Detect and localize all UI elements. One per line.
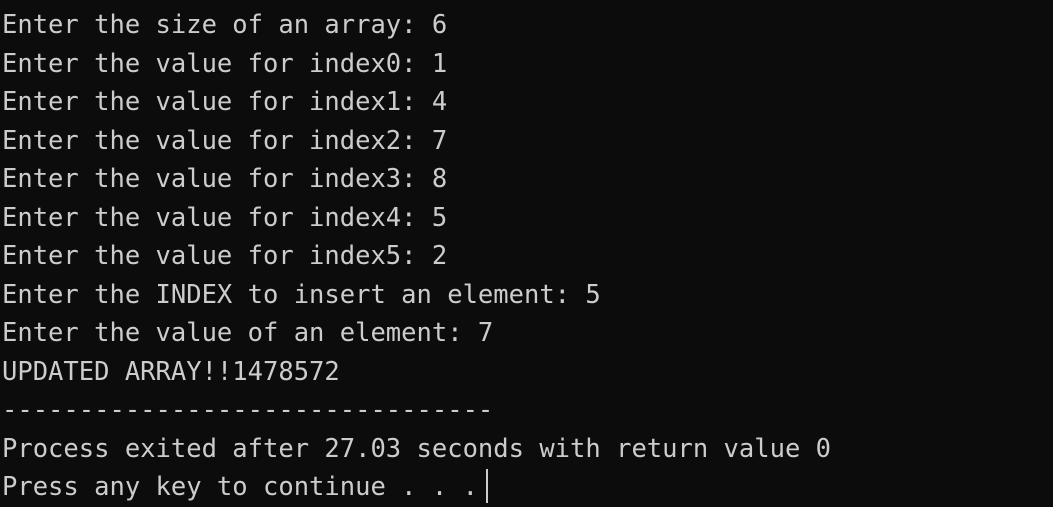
console-line-press-any-key[interactable]: Press any key to continue . . . — [0, 468, 1053, 507]
console-line-index2: Enter the value for index2: 7 — [2, 125, 448, 156]
console-line-process-exited: Process exited after 27.03 seconds with … — [2, 433, 832, 464]
console-line-array-size: Enter the size of an array: 6 — [2, 10, 448, 40]
press-any-key-text: Press any key to continue . . . — [2, 472, 478, 502]
console-line-index3: Enter the value for index3: 8 — [2, 164, 448, 194]
console-line-updated-array: UPDATED ARRAY!!1478572 — [2, 356, 340, 387]
console-line-index4: Enter the value for index4: 5 — [2, 202, 448, 233]
console-line-insert-value: Enter the value of an element: 7 — [2, 318, 494, 348]
console-separator: -------------------------------- — [2, 395, 494, 425]
console-line-index0: Enter the value for index0: 1 — [2, 48, 448, 79]
console-line-index1: Enter the value for index1: 4 — [2, 87, 448, 117]
console-line-insert-index: Enter the INDEX to insert an element: 5 — [2, 279, 601, 310]
console-line-index5: Enter the value for index5: 2 — [2, 241, 448, 271]
text-cursor — [485, 469, 488, 503]
console-window[interactable]: Enter the size of an array: 6 Enter the … — [0, 0, 1053, 503]
